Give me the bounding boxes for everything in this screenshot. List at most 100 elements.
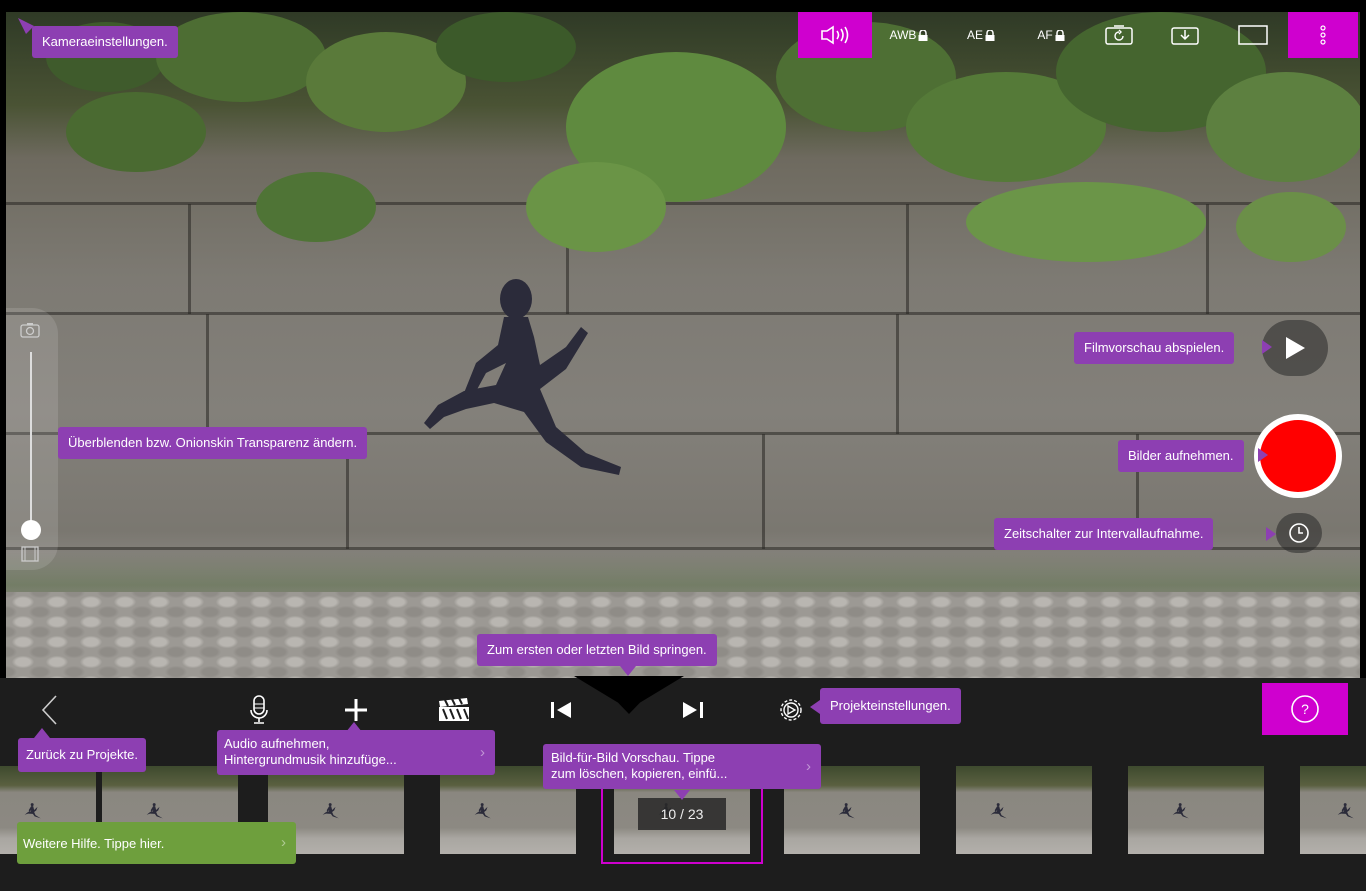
tooltip-audio-music: Audio aufnehmen, Hintergrundmusik hinzuf… [217,730,495,775]
mini-runner-figure [1172,803,1189,819]
skip-to-last-button[interactable] [678,690,708,730]
skip-first-icon [551,702,571,718]
speaker-icon [821,25,849,45]
sound-toggle-button[interactable] [798,12,872,58]
tooltip-play-preview: Filmvorschau abspielen. [1074,332,1235,364]
tooltip-interval-timer: Zeitschalter zur Intervallaufnahme. [994,518,1214,550]
awb-lock-button[interactable]: AWB [872,12,946,58]
record-audio-button[interactable] [244,690,274,730]
tooltip-arrow [810,700,820,714]
lock-icon [918,29,928,41]
import-button[interactable] [1152,12,1218,58]
tooltip-text-line1: Bild-für-Bild Vorschau. Tippe [551,750,716,765]
help-icon: ? [1291,695,1319,723]
tooltip-arrow [620,666,636,676]
chevron-right-icon: › [480,743,485,761]
wall-joint [206,314,209,434]
chevron-right-icon: › [806,757,811,775]
aspect-frame-icon [1238,25,1268,45]
ae-label: AE [966,28,983,42]
tooltip-onion-skin: Überblenden bzw. Onionskin Transparenz ä… [58,427,368,459]
more-options-button[interactable] [1288,12,1358,58]
onion-skin-slider[interactable] [6,308,58,570]
mini-runner-figure [146,803,163,819]
play-icon [1286,337,1305,359]
mini-runner-figure [24,803,41,819]
tooltip-frame-preview: Bild-für-Bild Vorschau. Tippe zum lösche… [543,744,821,789]
frame-counter: 10 / 23 [638,798,726,830]
tooltip-arrow [1262,340,1272,354]
tooltip-text: Überblenden bzw. Onionskin Transparenz ä… [68,435,358,450]
more-vertical-icon [1320,25,1326,45]
wall-joint [762,434,765,549]
awb-label: AWB [889,28,917,42]
camera-toolbar: AWB AE AF [798,12,1358,58]
tooltip-arrow [1266,527,1276,541]
interval-timer-button[interactable] [1276,513,1322,553]
frame-thumbnail[interactable] [1300,766,1366,854]
wall-joint [906,204,909,314]
clapperboard-icon [439,697,469,721]
frame-thumbnail[interactable] [956,766,1092,854]
plus-icon [345,699,367,721]
tooltip-text: Zeitschalter zur Intervallaufnahme. [1004,526,1204,541]
wall-joint [6,312,1360,315]
mini-runner-figure [990,803,1007,819]
gear-icon [780,699,802,721]
tooltip-jump-first-last: Zum ersten oder letzten Bild springen. [477,634,717,666]
lock-icon [1055,29,1065,41]
mini-runner-figure [1337,803,1354,819]
onion-skin-track[interactable] [30,352,32,534]
ivy-leaf [66,92,206,172]
tooltip-text: Zurück zu Projekte. [26,747,138,762]
clock-icon [1289,523,1309,543]
mini-runner-figure [474,803,491,819]
ae-lock-button[interactable]: AE [946,12,1016,58]
tooltip-text: Filmvorschau abspielen. [1084,340,1225,355]
tooltip-text: Zum ersten oder letzten Bild springen. [487,642,707,657]
af-label: AF [1037,28,1053,42]
switch-camera-button[interactable] [1086,12,1152,58]
onion-skin-thumb[interactable] [21,520,41,540]
aspect-ratio-button[interactable] [1218,12,1288,58]
tooltip-project-settings: Projekteinstellungen. [820,688,961,724]
import-icon [1171,27,1199,45]
tooltip-text: Projekteinstellungen. [830,698,951,713]
tooltip-back-to-projects: Zurück zu Projekte. [18,738,146,772]
tooltip-text-line2: Hintergrundmusik hinzufüge... [224,752,397,767]
titles-button[interactable] [434,690,474,730]
tooltip-arrow [34,728,50,738]
rotate-camera-icon [1105,25,1133,45]
ivy-leaf [1236,192,1346,262]
ivy-leaf [526,162,666,252]
microphone-icon [250,695,268,724]
back-button[interactable] [34,690,64,730]
wall-joint [896,314,899,434]
mini-runner-figure [322,803,339,819]
help-button[interactable]: ? [1262,683,1348,735]
back-chevron-icon [41,695,57,725]
record-indicator [1260,420,1336,492]
tooltip-arrow [346,722,362,732]
skip-to-first-button[interactable] [546,690,576,730]
more-help-button[interactable]: Weitere Hilfe. Tippe hier. › [17,822,296,864]
tooltip-capture: Bilder aufnehmen. [1118,440,1244,472]
ivy-leaf [966,182,1206,262]
tooltip-text: Kameraeinstellungen. [42,34,168,49]
runner-figure [424,279,621,475]
project-settings-button[interactable] [774,690,808,730]
frame-thumbnail[interactable] [1128,766,1264,854]
tooltip-text: Bilder aufnehmen. [1128,448,1234,463]
tooltip-text-line2: zum löschen, kopieren, einfü... [551,766,728,781]
wall-joint [1206,204,1209,314]
ivy-leaf [156,12,326,102]
camera-icon [20,323,40,338]
film-icon [21,546,39,562]
tooltip-text-line1: Audio aufnehmen, [224,736,330,751]
chevron-right-icon: › [281,834,286,851]
help-label: ? [1301,701,1309,717]
ivy-leaf [436,12,576,82]
af-lock-button[interactable]: AF [1016,12,1086,58]
tooltip-camera-settings: Kameraeinstellungen. [32,26,178,58]
tooltip-arrow [18,18,34,34]
